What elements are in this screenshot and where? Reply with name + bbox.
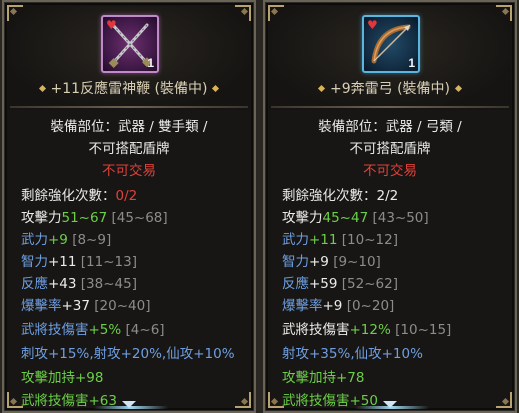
- stat-range: [43~50]: [368, 210, 429, 226]
- stat-bonus: 45~47: [322, 210, 369, 226]
- stat-range: [10~12]: [337, 232, 398, 248]
- extra-stat-line: 攻擊加持+78: [282, 370, 365, 386]
- stat-bonus: 51~67: [61, 210, 108, 226]
- trade-restriction-text: 不可交易: [363, 163, 417, 179]
- stat-bonus: +43: [48, 276, 77, 292]
- stat-line: 反應+59 [52~62]: [265, 273, 515, 295]
- shield-restriction-text: 不可搭配盾牌: [88, 141, 170, 157]
- enhance-value: 0/2: [115, 188, 138, 204]
- stat-line: 武力+9 [8~9]: [4, 229, 254, 251]
- stat-line: 武將技傷害+12% [10~15]: [265, 319, 515, 341]
- stat-name: 反應: [282, 276, 309, 292]
- shield-restriction-text: 不可搭配盾牌: [349, 141, 431, 157]
- item-tooltip-left: ♥ 1 +11反應雷神鞭 (裝備中) 裝備部位：武器 / 雙手類 / 不可搭配盾…: [2, 0, 256, 413]
- item-slot[interactable]: ♥ 1: [101, 15, 159, 73]
- frame-corner: [268, 5, 284, 21]
- diamond-icon: [212, 84, 220, 92]
- stat-line: 爆擊率+37 [20~40]: [4, 295, 254, 317]
- equip-slot-text: 裝備部位：武器 / 弓類 /: [318, 119, 462, 135]
- stat-range: [9~10]: [328, 254, 381, 270]
- enhance-remaining: 剩餘強化次數：0/2: [4, 185, 254, 207]
- enhance-remaining: 剩餘強化次數：2/2: [265, 185, 515, 207]
- item-name: +9奔雷弓 (裝備中): [329, 81, 450, 97]
- stat-line: 智力+9 [9~10]: [265, 251, 515, 273]
- enhance-value: 2/2: [376, 188, 399, 204]
- stat-name: 攻擊力: [282, 210, 323, 226]
- stat-name: 武將技傷害: [282, 322, 350, 338]
- frame-corner: [235, 5, 251, 21]
- equip-slot-text: 裝備部位：武器 / 雙手類 /: [50, 119, 208, 135]
- stat-line: 反應+43 [38~45]: [4, 273, 254, 295]
- stat-line: 攻擊力51~67 [45~68]: [4, 207, 254, 229]
- stat-line: 武力+11 [10~12]: [265, 229, 515, 251]
- stat-line: 智力+11 [11~13]: [4, 251, 254, 273]
- stat-bonus: +59: [309, 276, 338, 292]
- stat-bonus: +9: [309, 254, 329, 270]
- trade-restriction-text: 不可交易: [102, 163, 156, 179]
- stat-range: [20~40]: [90, 298, 151, 314]
- stat-name: 爆擊率: [282, 298, 323, 314]
- stat-bonus: +12%: [349, 322, 391, 338]
- stat-bonus: +9: [322, 298, 343, 314]
- frame-corner: [7, 5, 23, 21]
- attack-bonus-line: 射攻+35%,仙攻+10%: [282, 346, 423, 362]
- item-name: +11反應雷神鞭 (裝備中): [50, 81, 208, 97]
- stat-name: 智力: [282, 254, 309, 270]
- frame-corner: [496, 5, 512, 21]
- stat-name: 武力: [21, 232, 48, 248]
- item-slot[interactable]: ♥ 1: [362, 15, 420, 73]
- enhance-label: 剩餘強化次數：: [21, 188, 116, 204]
- diamond-icon: [317, 84, 326, 92]
- diamond-icon: [454, 84, 463, 92]
- stat-range: [8~9]: [67, 232, 112, 248]
- enhance-label: 剩餘強化次數：: [282, 188, 377, 204]
- divider: [10, 106, 248, 108]
- stat-name: 武將技傷害: [21, 322, 89, 338]
- extra-stat-line: 攻擊加持+98: [21, 370, 104, 386]
- stat-range: [38~45]: [76, 276, 137, 292]
- stat-line: 爆擊率+9 [0~20]: [265, 295, 515, 317]
- stat-line: 攻擊力45~47 [43~50]: [265, 207, 515, 229]
- stat-bonus: +11: [309, 232, 338, 248]
- stat-range: [10~15]: [390, 322, 452, 338]
- stat-range: [0~20]: [342, 298, 395, 314]
- chevron-down-icon[interactable]: [383, 401, 397, 408]
- stat-name: 智力: [21, 254, 48, 270]
- stat-name: 攻擊力: [21, 210, 62, 226]
- stat-bonus: +9: [48, 232, 68, 248]
- stat-bonus: +37: [61, 298, 91, 314]
- stat-name: 爆擊率: [21, 298, 62, 314]
- stat-range: [4~6]: [121, 322, 165, 338]
- chevron-down-icon[interactable]: [122, 401, 136, 408]
- item-name-row: +11反應雷神鞭 (裝備中): [14, 78, 244, 100]
- stat-line: 武將技傷害+5% [4~6]: [4, 319, 254, 341]
- item-count: 1: [147, 56, 154, 70]
- diamond-icon: [38, 84, 46, 92]
- attack-bonus-line: 刺攻+15%,射攻+20%,仙攻+10%: [21, 346, 235, 362]
- item-name-row: +9奔雷弓 (裝備中): [275, 78, 505, 100]
- stat-bonus: +11: [48, 254, 77, 270]
- heart-icon: ♥: [106, 18, 117, 32]
- stat-range: [45~68]: [107, 210, 168, 226]
- item-tooltip-right: ♥ 1 +9奔雷弓 (裝備中) 裝備部位：武器 / 弓類 / 不可搭配盾牌 不可…: [263, 0, 517, 413]
- stat-range: [52~62]: [337, 276, 398, 292]
- stat-range: [11~13]: [76, 254, 137, 270]
- divider: [271, 106, 509, 108]
- heart-icon: ♥: [367, 18, 378, 32]
- stat-name: 武力: [282, 232, 309, 248]
- item-count: 1: [408, 56, 415, 70]
- stat-name: 反應: [21, 276, 48, 292]
- stat-bonus: +5%: [88, 322, 122, 338]
